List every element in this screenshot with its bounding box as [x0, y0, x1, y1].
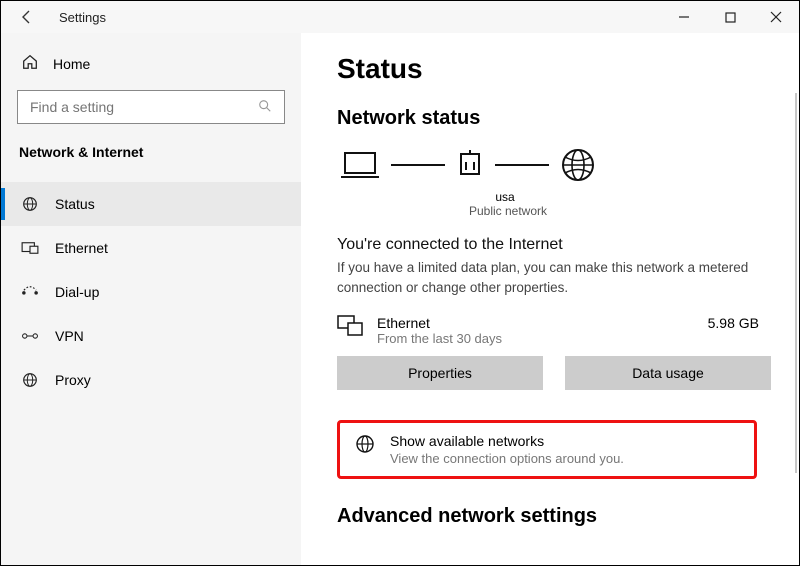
router-icon [455, 148, 485, 182]
home-link[interactable]: Home [21, 53, 301, 74]
search-input-container[interactable] [17, 90, 285, 124]
show-available-networks[interactable]: Show available networks View the connect… [337, 420, 757, 479]
search-icon [258, 99, 274, 115]
sidebar-item-status[interactable]: Status [1, 182, 301, 226]
status-icon [21, 195, 39, 213]
properties-button[interactable]: Properties [337, 356, 543, 390]
content-pane: Status Network status usa [301, 33, 799, 565]
ethernet-adapter-icon [337, 315, 363, 340]
adapter-row: Ethernet From the last 30 days 5.98 GB [337, 315, 771, 346]
maximize-button[interactable] [707, 1, 753, 33]
arrow-left-icon [19, 9, 35, 25]
title-bar: Settings [1, 1, 799, 33]
adapter-sub: From the last 30 days [377, 331, 694, 346]
scrollbar[interactable] [795, 93, 797, 473]
sidebar-item-label: Ethernet [55, 240, 108, 256]
close-icon [770, 11, 782, 23]
sidebar-item-label: VPN [55, 328, 84, 344]
sidebar-item-vpn[interactable]: VPN [1, 314, 301, 358]
home-icon [21, 53, 39, 74]
show-available-desc: View the connection options around you. [390, 451, 624, 466]
laptop-icon [339, 149, 381, 181]
sidebar-item-dialup[interactable]: Dial-up [1, 270, 301, 314]
page-title: Status [337, 53, 771, 85]
network-diagram [339, 146, 771, 184]
section-title: Network status [337, 107, 771, 130]
connected-heading: You're connected to the Internet [337, 236, 771, 254]
diagram-conn-type: Public network [453, 204, 563, 218]
advanced-heading: Advanced network settings [337, 505, 771, 528]
diagram-conn-name: usa [465, 190, 545, 204]
category-heading: Network & Internet [19, 144, 301, 160]
minimize-icon [678, 11, 690, 23]
sidebar-item-label: Proxy [55, 372, 91, 388]
globe-icon [559, 146, 597, 184]
sidebar: Home Network & Internet Status Ethernet [1, 33, 301, 565]
window-title: Settings [59, 10, 106, 25]
sidebar-item-ethernet[interactable]: Ethernet [1, 226, 301, 270]
maximize-icon [725, 12, 736, 23]
minimize-button[interactable] [661, 1, 707, 33]
sidebar-item-label: Status [55, 196, 95, 212]
proxy-icon [21, 371, 39, 389]
sidebar-item-proxy[interactable]: Proxy [1, 358, 301, 402]
adapter-name: Ethernet [377, 315, 694, 331]
back-button[interactable] [15, 5, 39, 29]
data-usage-button[interactable]: Data usage [565, 356, 771, 390]
show-available-title: Show available networks [390, 433, 624, 449]
vpn-icon [21, 327, 39, 345]
globe-icon [354, 433, 376, 458]
adapter-usage: 5.98 GB [708, 315, 771, 331]
ethernet-icon [21, 239, 39, 257]
connected-message: If you have a limited data plan, you can… [337, 258, 757, 299]
search-input[interactable] [28, 98, 258, 116]
home-label: Home [53, 56, 90, 72]
dialup-icon [21, 283, 39, 301]
close-button[interactable] [753, 1, 799, 33]
sidebar-item-label: Dial-up [55, 284, 99, 300]
